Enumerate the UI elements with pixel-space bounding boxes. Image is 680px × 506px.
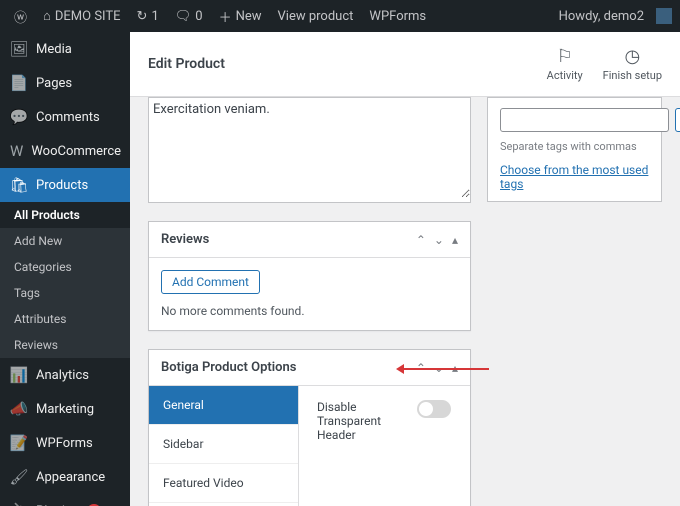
- sidebar-item-plugins[interactable]: 🔌Plugins 1: [0, 494, 130, 506]
- add-comment-button[interactable]: Add Comment: [161, 270, 260, 294]
- page-title: Edit Product: [148, 56, 547, 72]
- disable-transparent-header-label: Disable Transparent Header: [317, 400, 397, 442]
- wp-logo[interactable]: ⓦ: [8, 7, 33, 26]
- submenu-item-attributes[interactable]: Attributes: [0, 306, 130, 332]
- submenu-item-all-products[interactable]: All Products: [0, 202, 130, 228]
- disable-transparent-header-toggle[interactable]: [417, 400, 451, 418]
- new-content[interactable]: ＋ New: [213, 7, 268, 26]
- option-tab-sidebar[interactable]: Sidebar: [149, 425, 298, 464]
- menu-icon: 🖌: [10, 468, 28, 486]
- reviews-title: Reviews: [161, 232, 416, 247]
- menu-icon: 📝: [10, 434, 28, 452]
- wpforms-link[interactable]: WPForms: [363, 9, 432, 24]
- submenu-item-reviews[interactable]: Reviews: [0, 332, 130, 358]
- sidebar-item-comments[interactable]: 💬Comments: [0, 100, 130, 134]
- sidebar-item-products[interactable]: 🛍Products: [0, 168, 130, 202]
- chevron-up-icon[interactable]: ⌃: [416, 233, 426, 247]
- menu-icon: 📊: [10, 366, 28, 384]
- menu-icon: 📣: [10, 400, 28, 418]
- sidebar-item-woocommerce[interactable]: WWooCommerce: [0, 134, 130, 168]
- chevron-down-icon[interactable]: ⌄: [434, 233, 444, 247]
- tag-input[interactable]: [500, 108, 669, 132]
- clock-icon: ◷: [624, 46, 640, 67]
- menu-icon: 🛍: [10, 176, 28, 194]
- menu-icon: 💬: [10, 108, 28, 126]
- reviews-empty-text: No more comments found.: [161, 304, 458, 318]
- sidebar-item-marketing[interactable]: 📣Marketing: [0, 392, 130, 426]
- sidebar-item-analytics[interactable]: 📊Analytics: [0, 358, 130, 392]
- sidebar-item-media[interactable]: 🖼Media: [0, 32, 130, 66]
- menu-icon: W: [10, 142, 23, 160]
- avatar[interactable]: [656, 8, 672, 24]
- option-tab-general[interactable]: General: [149, 386, 298, 425]
- activity-button[interactable]: ⚐ Activity: [547, 46, 583, 82]
- comments-bubble[interactable]: 🗨 0: [169, 9, 209, 24]
- product-description-editor[interactable]: Exercitation veniam.: [149, 98, 470, 198]
- submenu-item-add-new[interactable]: Add New: [0, 228, 130, 254]
- admin-sidebar: 🖼Media📄Pages💬CommentsWWooCommerce🛍Produc…: [0, 32, 130, 506]
- updates[interactable]: ↻ 1: [131, 9, 165, 24]
- sidebar-item-appearance[interactable]: 🖌Appearance: [0, 460, 130, 494]
- flag-icon: ⚐: [557, 46, 573, 67]
- choose-used-tags-link[interactable]: Choose from the most used tags: [500, 163, 649, 191]
- botiga-options-title: Botiga Product Options: [161, 360, 416, 375]
- site-name[interactable]: ⌂ DEMO SITE: [37, 8, 127, 24]
- sidebar-item-pages[interactable]: 📄Pages: [0, 66, 130, 100]
- sidebar-item-wpforms[interactable]: 📝WPForms: [0, 426, 130, 460]
- toggle-panel-icon[interactable]: ▴: [452, 233, 458, 247]
- menu-icon: 🖼: [10, 40, 28, 58]
- menu-icon: 📄: [10, 74, 28, 92]
- howdy-user[interactable]: Howdy, demo2: [553, 9, 650, 24]
- submenu-item-categories[interactable]: Categories: [0, 254, 130, 280]
- tags-hint: Separate tags with commas: [500, 140, 649, 153]
- option-tab-featured-video[interactable]: Featured Video: [149, 464, 298, 503]
- annotation-arrow: [399, 368, 489, 370]
- view-product-link[interactable]: View product: [272, 9, 360, 24]
- finish-setup-button[interactable]: ◷ Finish setup: [603, 46, 662, 82]
- menu-icon: 🔌: [10, 502, 28, 506]
- submenu-item-tags[interactable]: Tags: [0, 280, 130, 306]
- add-tag-button[interactable]: Add: [675, 108, 680, 132]
